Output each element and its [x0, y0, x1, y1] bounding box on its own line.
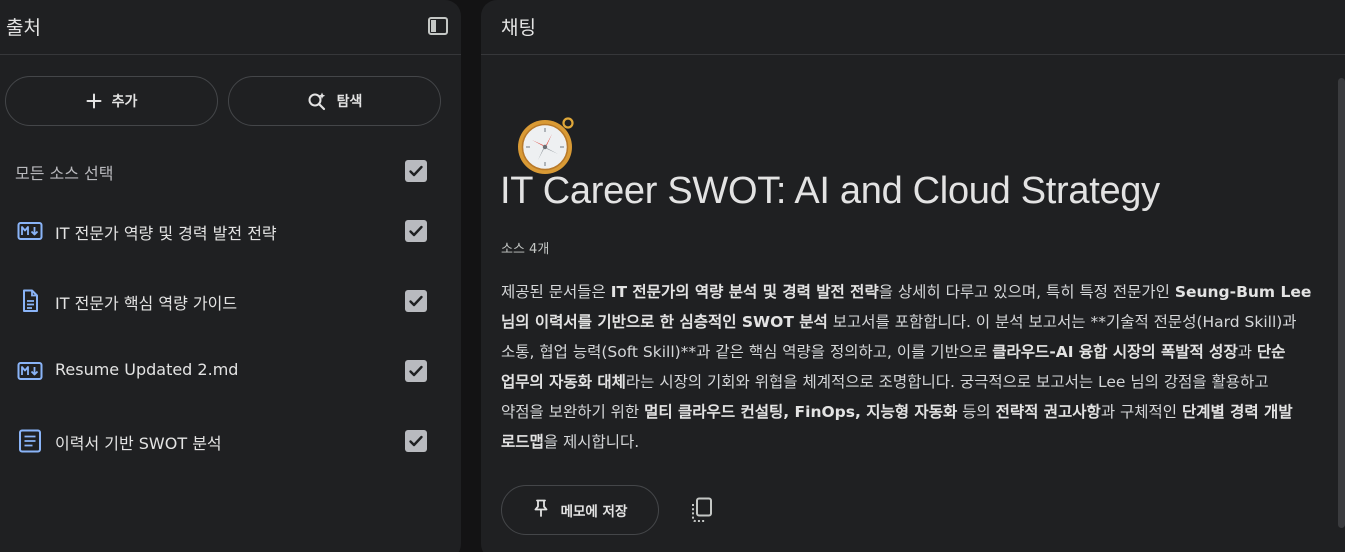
add-source-button[interactable]: 추가 [5, 76, 218, 126]
source-checkbox[interactable] [405, 430, 427, 452]
select-all-checkbox[interactable] [405, 160, 427, 182]
source-item[interactable]: Resume Updated 2.md [0, 346, 461, 396]
chat-panel-header: 채팅 [481, 0, 1345, 55]
summary-highlight: 전략적 권고사항 [995, 403, 1101, 421]
discover-sources-button[interactable]: 탐색 [228, 76, 441, 126]
notebook-summary: 제공된 문서들은 IT 전문가의 역량 분석 및 경력 발전 전략을 상세히 다… [501, 277, 1316, 457]
collapse-panel-icon[interactable] [427, 15, 449, 37]
source-item-label: Resume Updated 2.md [55, 360, 239, 379]
source-item-label: 이력서 기반 SWOT 분석 [55, 434, 222, 453]
source-checkbox[interactable] [405, 220, 427, 242]
source-checkbox[interactable] [405, 290, 427, 312]
summary-text: 을 제시합니다. [543, 433, 640, 451]
source-item[interactable]: IT 전문가 핵심 역량 가이드 [0, 276, 461, 326]
notes-icon [17, 429, 43, 453]
sources-panel: 출처 추가 탐색 모든 소스 선택 IT 전문가 역량 및 경력 발전 전략 I… [0, 0, 461, 552]
scrollbar[interactable] [1338, 78, 1345, 528]
source-item-label: IT 전문가 역량 및 경력 발전 전략 [55, 224, 277, 243]
source-item[interactable]: 이력서 기반 SWOT 분석 [0, 416, 461, 466]
search-sparkle-icon [307, 91, 327, 111]
select-all-sources-label: 모든 소스 선택 [15, 164, 114, 183]
summary-text: 을 상세히 다루고 있으며, 특히 특정 전문가인 [878, 283, 1175, 301]
sources-panel-header: 출처 [0, 0, 461, 55]
save-to-note-button[interactable]: 메모에 저장 [501, 485, 659, 535]
plus-icon [86, 93, 102, 109]
source-count: 소스 4개 [501, 242, 550, 257]
summary-text: 제공된 문서들은 [501, 283, 611, 301]
summary-highlight: IT 전문가의 역량 분석 및 경력 발전 전략 [610, 283, 879, 301]
pin-icon [533, 499, 549, 521]
source-item[interactable]: IT 전문가 역량 및 경력 발전 전략 [0, 206, 461, 256]
chat-panel: 채팅 IT Career SWOT: AI and Cloud Strategy… [481, 0, 1345, 552]
save-to-note-label: 메모에 저장 [560, 504, 628, 520]
source-checkbox[interactable] [405, 360, 427, 382]
app-root: 출처 추가 탐색 모든 소스 선택 IT 전문가 역량 및 경력 발전 전략 I… [0, 0, 1345, 552]
notebook-title: IT Career SWOT: AI and Cloud Strategy [500, 170, 1160, 212]
document-icon [17, 289, 43, 313]
summary-highlight: 클라우드-AI 융합 시장의 폭발적 성장 [992, 343, 1238, 361]
markdown-file-icon [17, 359, 43, 383]
copy-icon[interactable] [688, 496, 716, 524]
summary-highlight: 멀티 클라우드 컨설팅, FinOps, 지능형 자동화 [644, 403, 958, 421]
markdown-file-icon [17, 219, 43, 243]
discover-label: 탐색 [336, 94, 363, 110]
compass-icon [515, 114, 579, 178]
add-source-label: 추가 [111, 94, 138, 110]
source-item-label: IT 전문가 핵심 역량 가이드 [55, 294, 238, 313]
summary-text: 과 구체적인 [1100, 403, 1182, 421]
summary-text: 등의 [957, 403, 996, 421]
chat-panel-title: 채팅 [501, 17, 536, 39]
summary-text: 과 [1237, 343, 1257, 361]
sources-panel-title: 출처 [6, 17, 41, 39]
